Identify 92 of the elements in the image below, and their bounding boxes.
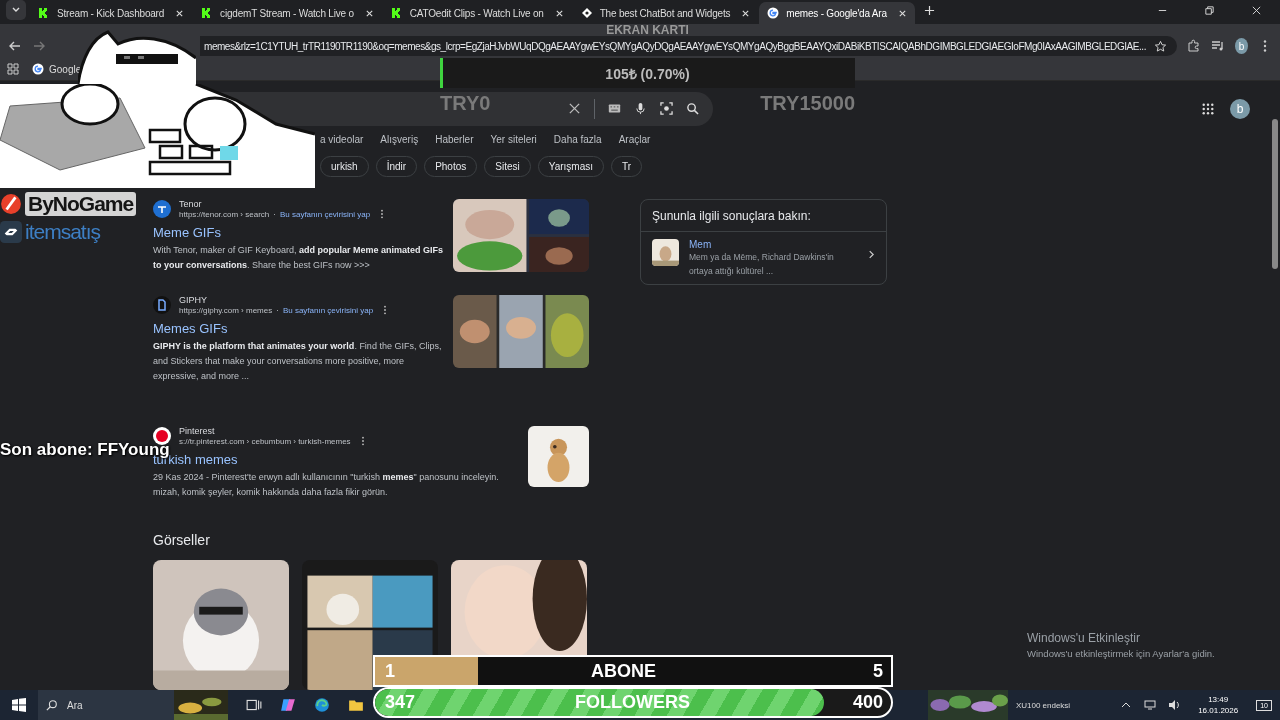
result-snippet: With Tenor, maker of GIF Keyboard, add popular Meme animated GIFs to your conversations. Share the best GIFs now >>>: [153, 244, 444, 272]
activation-title: Windows'u Etkinleştir: [1027, 631, 1141, 645]
goal-current: 347: [385, 692, 417, 713]
more-icon[interactable]: [380, 209, 385, 219]
close-icon[interactable]: [897, 8, 907, 18]
kick-icon: [38, 7, 50, 19]
keyboard-icon[interactable]: [608, 102, 621, 116]
translate-link[interactable]: Bu sayfanın çevirisini yap: [279, 209, 371, 219]
close-icon[interactable]: [554, 8, 564, 18]
more-icon[interactable]: [383, 305, 388, 315]
google-icon: [767, 7, 780, 19]
forward-icon[interactable]: [32, 39, 46, 53]
kick-icon: [390, 7, 403, 19]
site-name: Tenor: [179, 199, 203, 209]
sponsor-logo: itemsatış: [0, 220, 137, 244]
tab-list-button[interactable]: [6, 0, 26, 20]
browser-tab[interactable]: memes - Google'da Ara: [759, 2, 915, 24]
chevron-icon: [868, 249, 875, 260]
result-snippet: GIPHY is the platform that animates your world. Find the GIFs, Clips, and Stickers that make your conversations more positive, more expressive, and more ...: [153, 340, 443, 383]
google-icon: [32, 63, 44, 75]
activation-text: Windows'u etkinleştirmek için Ayarlar'a gidin.: [1027, 648, 1215, 659]
network-icon[interactable]: [1144, 699, 1157, 711]
search-icon: [46, 699, 58, 711]
panel-title: Şununla ilgili sonuçlara bakın:: [641, 200, 886, 232]
new-tab-icon[interactable]: [923, 5, 935, 16]
result-snippet: 29 Kas 2024 - Pinterest'te erwyn adlı kullanıcının "turkish memes" panosunu inceleyin. mizah, komik şeyler, komik hakkında daha fazla fikir görün.: [153, 471, 500, 499]
browser-tab[interactable]: Stream - Kick Dashboard: [30, 2, 193, 24]
search-tab[interactable]: a videolar: [320, 133, 364, 145]
search-field[interactable]: Ara: [38, 690, 228, 720]
item-description: Mem ya da Mēme, Richard Dawkins'in ortaya attığı kültürel ...: [689, 251, 835, 278]
windows-icon[interactable]: [12, 698, 26, 712]
address-bar[interactable]: memes&rlz=1C1YTUH_trTR1190TR1190&oq=memes&gs_lcrp=EgZjaHJvbWUqDQgAEAAYgwEYsQMYgAQyDQgAEAAYgwEYsQMYgAQyBggBEAAYQxiDABiKBTISCAIQABhDGIMBGLEDGIAEGIoFMg0IAxAAGIMBGLEDGIAE...: [200, 36, 1177, 56]
result-url: https://tenor.com › search: [179, 209, 270, 219]
site-icon: [153, 200, 171, 218]
separator-dot: ·: [273, 209, 276, 219]
back-icon[interactable]: [8, 39, 22, 53]
restore-icon[interactable]: [1204, 5, 1215, 16]
site-icon: [153, 296, 171, 314]
media-icon[interactable]: [1211, 39, 1225, 53]
goal-value: 105₺ (0.70%): [605, 64, 690, 83]
result-title[interactable]: Meme GIFs: [153, 225, 449, 240]
goal-title: EKRAN KARTI: [606, 24, 689, 36]
goal-target: 400: [852, 692, 883, 713]
search-tab[interactable]: Daha fazla: [553, 133, 602, 145]
browser-tab[interactable]: The best ChatBot and Widgets: [572, 2, 759, 24]
translate-link[interactable]: Bu sayfanın çevirisini yap: [282, 305, 374, 315]
search-tab[interactable]: Alışveriş: [380, 133, 419, 145]
bookmark[interactable]: Google: [32, 63, 82, 75]
goal-label: ABONE: [591, 660, 657, 682]
item-title: Mem: [689, 239, 713, 250]
related-item[interactable]: Mem Mem ya da Mēme, Richard Dawkins'in ortaya attığı kültürel ...: [641, 232, 886, 285]
goal-max: TRY15000: [760, 92, 855, 115]
puzzle-icon[interactable]: [1187, 39, 1201, 53]
apps-icon[interactable]: [6, 62, 20, 76]
copilot-icon[interactable]: [280, 697, 296, 713]
search-tab[interactable]: Araçlar: [618, 133, 651, 145]
goal-min: TRY0: [440, 92, 491, 115]
search-icon[interactable]: [686, 102, 699, 116]
widget-text[interactable]: XU100 endeksi: [1015, 700, 1071, 710]
separator-dot: ·: [276, 305, 279, 315]
scrollbar[interactable]: [1272, 119, 1278, 269]
search-tab[interactable]: Haberler: [435, 133, 474, 145]
site-name: Pinterest: [179, 426, 216, 436]
folder-icon[interactable]: [348, 697, 364, 713]
close-icon[interactable]: [1251, 5, 1262, 16]
clock[interactable]: 13:49 16.01.2026: [1198, 694, 1239, 716]
result-url: https://giphy.com › memes: [179, 305, 273, 315]
star-icon[interactable]: [1154, 39, 1167, 53]
close-icon[interactable]: [364, 8, 374, 18]
link-icon: [0, 221, 22, 243]
close-icon[interactable]: [175, 8, 185, 18]
microphone-icon[interactable]: [634, 102, 647, 116]
goal-target: 5: [873, 660, 883, 682]
search-tab[interactable]: Yer siteleri: [490, 133, 537, 145]
result-title[interactable]: Memes GIFs: [153, 321, 449, 336]
result-url: s://tr.pinterest.com › cebumbum › turkish-memes: [179, 436, 351, 446]
goal-current: 1: [385, 660, 396, 682]
goal-label: FOLLOWERS: [575, 692, 691, 713]
close-icon[interactable]: [741, 8, 751, 18]
speaker-icon[interactable]: [1168, 699, 1181, 711]
diamond-icon: [580, 7, 593, 19]
apps-icon[interactable]: [1202, 102, 1214, 115]
edge-icon[interactable]: [314, 697, 330, 713]
site-name: GIPHY: [179, 295, 208, 305]
section-heading: Görseller: [153, 532, 211, 548]
camera-icon[interactable]: [660, 102, 673, 116]
more-icon[interactable]: [360, 436, 365, 446]
task-view-icon[interactable]: [246, 697, 262, 713]
browser-tab[interactable]: cigdemT Stream - Watch Live o: [193, 2, 382, 24]
browser-tab[interactable]: CATOedit Clips - Watch Live on: [382, 2, 572, 24]
sponsor-logo: ByNoGame: [0, 192, 137, 216]
clear-icon[interactable]: [568, 102, 581, 116]
